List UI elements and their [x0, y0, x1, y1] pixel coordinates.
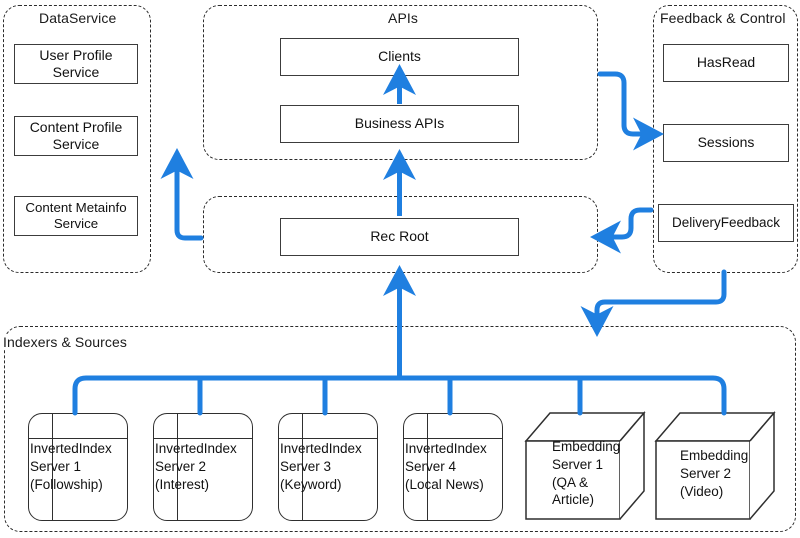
server-label: InvertedIndex Server 1 (Followship) — [30, 441, 112, 492]
architecture-diagram: DataService User Profile Service Content… — [0, 0, 800, 538]
server-label: InvertedIndex Server 2 (Interest) — [155, 441, 237, 492]
server-divider-horizontal — [28, 438, 128, 439]
server-divider-horizontal — [153, 438, 253, 439]
node-rec-root[interactable]: Rec Root — [280, 218, 519, 256]
node-clients[interactable]: Clients — [280, 38, 519, 76]
group-indexers-sources-title: Indexers & Sources — [0, 334, 130, 350]
connector-feedback-control-to-indexers — [580, 269, 727, 338]
server-divider-horizontal — [403, 438, 503, 439]
server-label: InvertedIndex Server 4 (Local News) — [405, 441, 487, 492]
node-delivery-feedback[interactable]: DeliveryFeedback — [658, 204, 794, 242]
server-invertedindex-4[interactable]: InvertedIndex Server 4 (Local News) — [403, 413, 503, 521]
server-label: InvertedIndex Server 3 (Keyword) — [280, 441, 362, 492]
server-invertedindex-2[interactable]: InvertedIndex Server 2 (Interest) — [153, 413, 253, 521]
node-label: Sessions — [697, 134, 755, 151]
node-label: Rec Root — [370, 228, 429, 245]
node-label: HasRead — [696, 54, 756, 71]
node-label: Business APIs — [354, 115, 445, 132]
node-content-profile-service[interactable]: Content Profile Service — [14, 116, 138, 156]
node-label: Content Metainfo Service — [25, 199, 127, 231]
connector-rec-root-to-data-service — [160, 147, 204, 241]
node-hasread[interactable]: HasRead — [663, 44, 789, 82]
node-sessions[interactable]: Sessions — [663, 124, 789, 162]
group-feedback-control-title: Feedback & Control — [657, 10, 789, 26]
node-label: Clients — [378, 48, 421, 65]
node-label: User Profile Service — [39, 46, 113, 80]
server-label: Embedding Server 1 (QA & Article) — [552, 439, 621, 508]
connector-apis-to-feedback-control — [597, 71, 665, 151]
server-embedding-1[interactable]: Embedding Server 1 (QA & Article) — [524, 409, 646, 521]
server-invertedindex-1[interactable]: InvertedIndex Server 1 (Followship) — [28, 413, 128, 521]
node-label: DeliveryFeedback — [671, 214, 781, 230]
node-business-apis[interactable]: Business APIs — [280, 105, 519, 143]
server-invertedindex-3[interactable]: InvertedIndex Server 3 (Keyword) — [278, 413, 378, 521]
node-label: Content Profile Service — [29, 118, 123, 152]
node-content-metainfo-service[interactable]: Content Metainfo Service — [14, 196, 138, 236]
server-embedding-2[interactable]: Embedding Server 2 (Video) — [654, 409, 776, 521]
group-apis-title: APIs — [385, 10, 421, 26]
server-label: Embedding Server 2 (Video) — [680, 448, 749, 499]
group-data-service-title: DataService — [36, 10, 120, 26]
node-user-profile-service[interactable]: User Profile Service — [14, 44, 138, 84]
server-divider-horizontal — [278, 438, 378, 439]
connector-feedback-control-to-rec-root — [589, 207, 654, 254]
